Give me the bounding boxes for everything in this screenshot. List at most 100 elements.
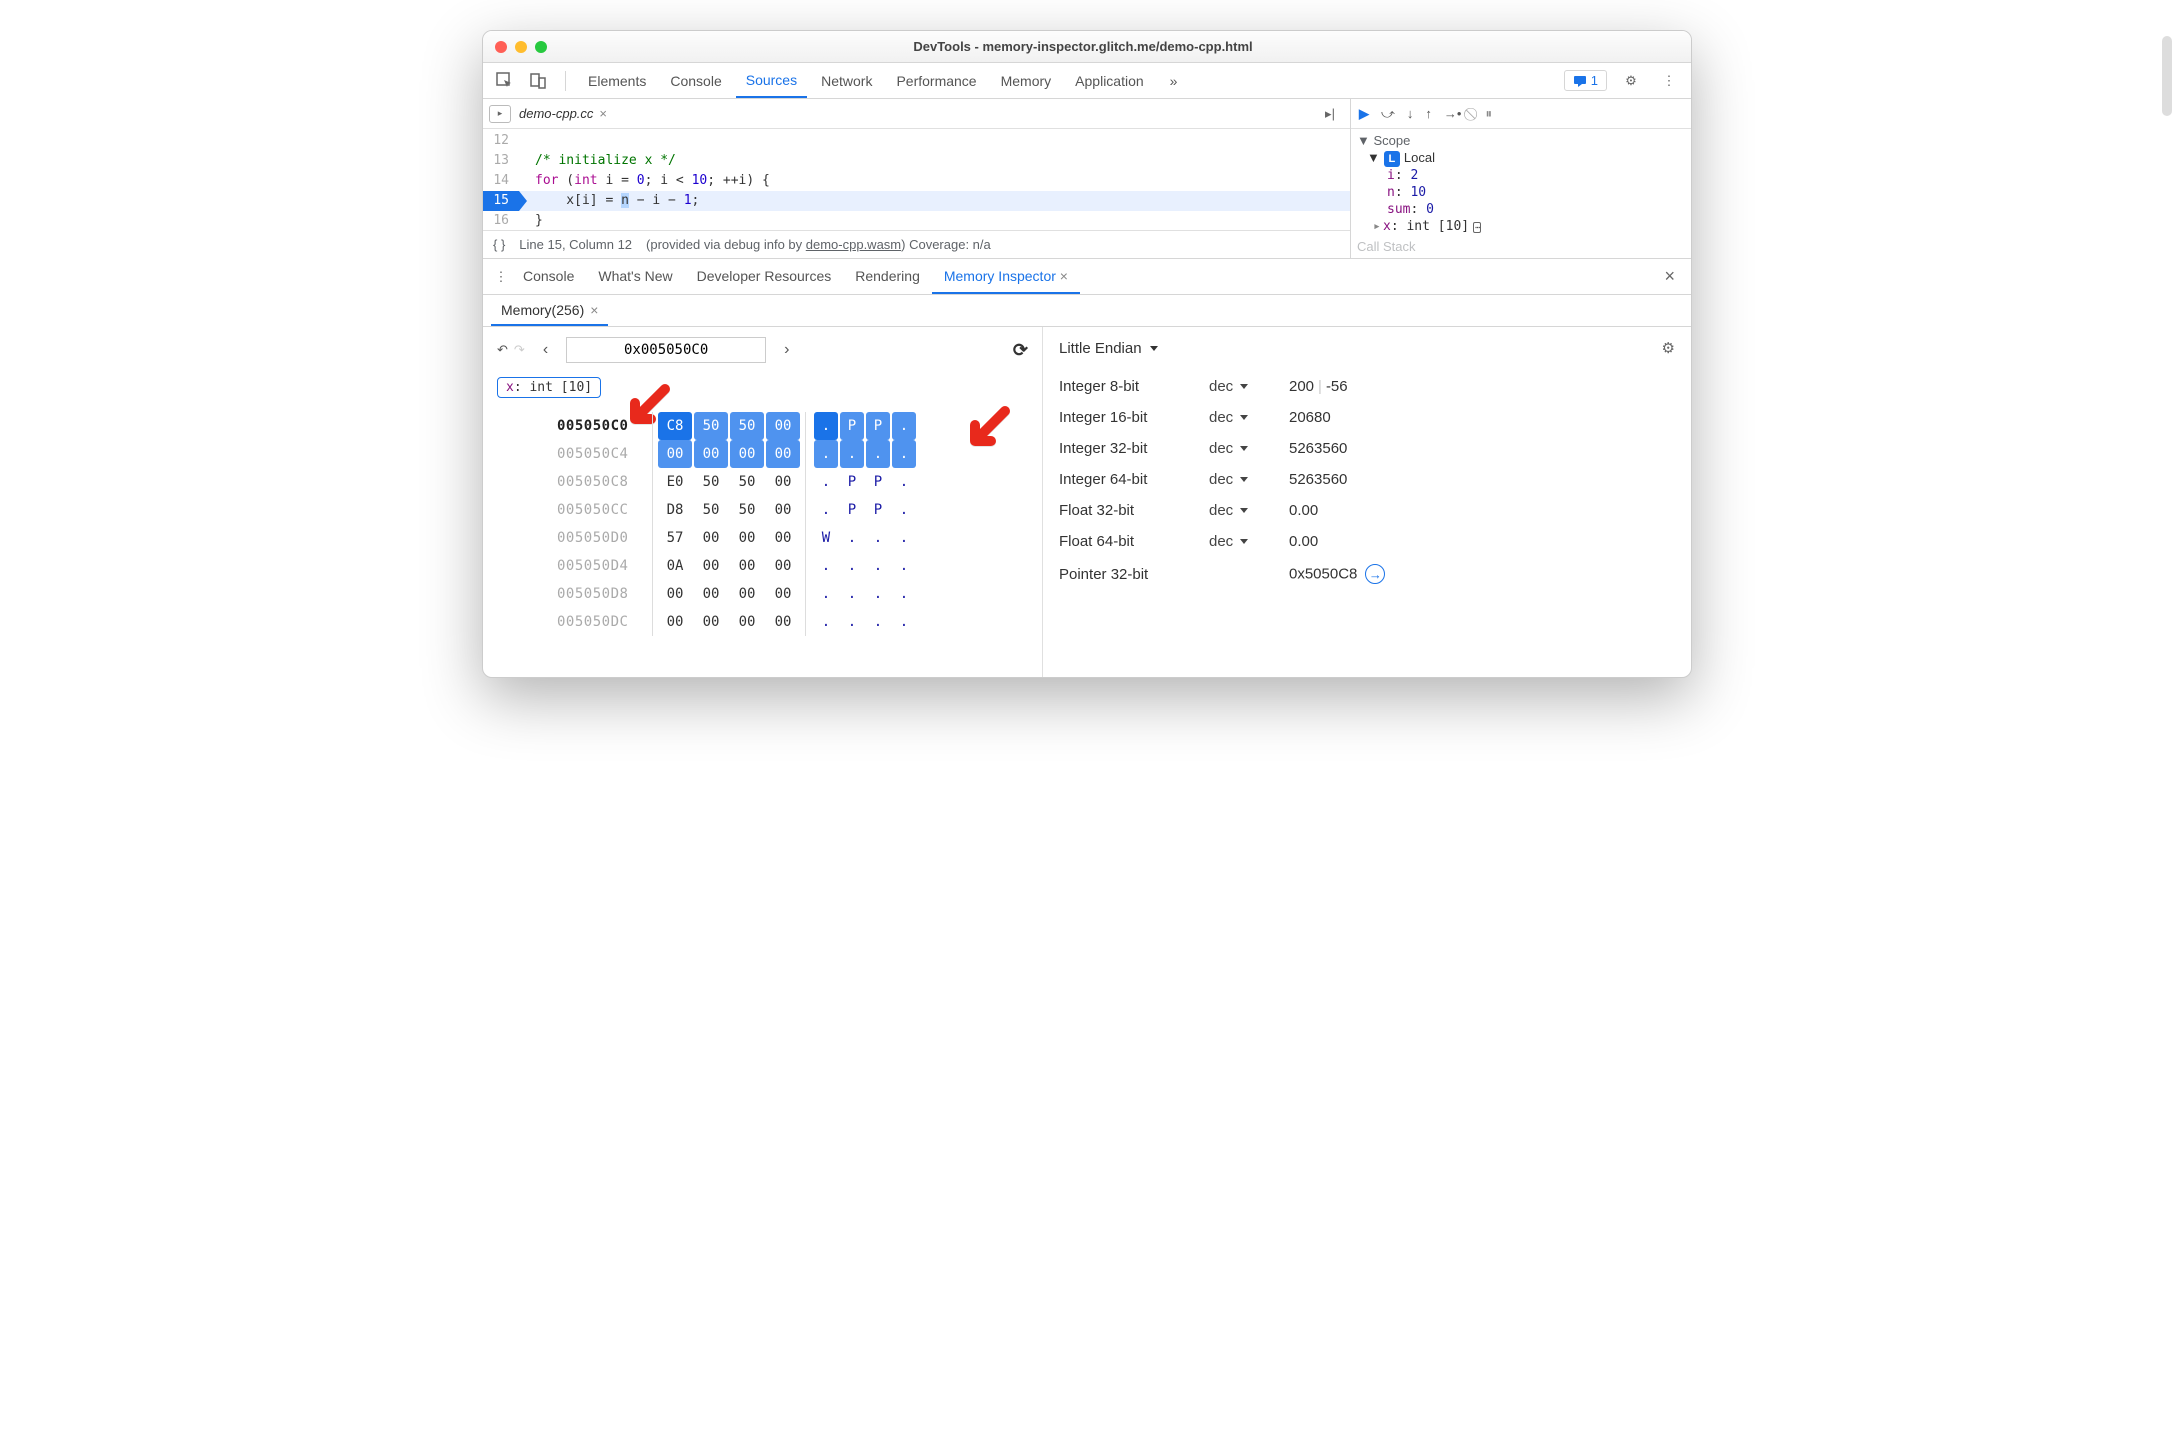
code-line[interactable] <box>519 131 1350 151</box>
ascii-char[interactable]: . <box>866 608 890 636</box>
ascii-char[interactable]: . <box>840 580 864 608</box>
code-line[interactable]: /* initialize x */ <box>519 151 1350 171</box>
wasm-link[interactable]: demo-cpp.wasm <box>806 237 901 252</box>
hex-byte[interactable]: 50 <box>694 496 728 524</box>
line-number[interactable]: 15 <box>483 191 519 211</box>
hex-byte[interactable]: 00 <box>730 580 764 608</box>
panel-tab-application[interactable]: Application <box>1065 65 1154 97</box>
run-snippet-icon[interactable]: ▸| <box>1316 100 1344 128</box>
ascii-char[interactable]: . <box>866 524 890 552</box>
scope-variable[interactable]: i: 2 <box>1357 167 1685 184</box>
prev-page-icon[interactable]: ‹ <box>535 341 556 359</box>
ascii-char[interactable]: . <box>892 552 916 580</box>
ascii-char[interactable]: . <box>814 608 838 636</box>
hex-byte[interactable]: E0 <box>658 468 692 496</box>
panel-tab-network[interactable]: Network <box>811 65 882 97</box>
drawer-tab-rendering[interactable]: Rendering <box>843 260 932 294</box>
hex-byte[interactable]: 00 <box>730 552 764 580</box>
ascii-char[interactable]: . <box>840 440 864 468</box>
drawer-tab-memory-inspector[interactable]: Memory Inspector × <box>932 260 1080 294</box>
ascii-char[interactable]: W <box>814 524 838 552</box>
code-line[interactable]: } <box>519 211 1350 230</box>
close-memory-tab-icon[interactable]: × <box>590 302 598 318</box>
scope-variable[interactable]: ▸x: int [10]⋯ <box>1357 218 1685 235</box>
pause-exceptions-icon[interactable]: ⏸ <box>1485 106 1492 122</box>
undo-icon[interactable]: ↶ <box>497 342 508 358</box>
hex-byte[interactable]: 00 <box>730 608 764 636</box>
hex-byte[interactable]: 00 <box>658 608 692 636</box>
ascii-char[interactable]: . <box>866 552 890 580</box>
more-tabs-button[interactable]: » <box>1160 65 1188 97</box>
ascii-char[interactable]: . <box>892 468 916 496</box>
hex-byte[interactable]: 00 <box>766 468 800 496</box>
address-input[interactable] <box>566 337 766 363</box>
step-over-icon[interactable]: ⤻ <box>1381 106 1395 122</box>
value-format-select[interactable]: dec <box>1209 533 1289 550</box>
hex-byte[interactable]: 50 <box>730 468 764 496</box>
format-icon[interactable]: { } <box>493 237 505 252</box>
hex-byte[interactable]: 50 <box>694 468 728 496</box>
ascii-char[interactable]: . <box>814 468 838 496</box>
close-drawer-tab-icon[interactable]: × <box>1056 268 1068 284</box>
value-format-select[interactable]: dec <box>1209 409 1289 426</box>
close-window-button[interactable] <box>495 41 507 53</box>
panel-tab-memory[interactable]: Memory <box>991 65 1062 97</box>
resume-icon[interactable]: ▶ <box>1359 106 1369 122</box>
hex-byte[interactable]: 50 <box>730 412 764 440</box>
step-into-icon[interactable]: ↓ <box>1407 106 1414 121</box>
hex-byte[interactable]: 50 <box>730 496 764 524</box>
code-editor[interactable]: 1213/* initialize x */14for (int i = 0; … <box>483 129 1350 230</box>
inspect-icon[interactable] <box>491 67 519 95</box>
ascii-char[interactable]: . <box>892 440 916 468</box>
ascii-char[interactable]: P <box>840 412 864 440</box>
device-icon[interactable] <box>525 67 553 95</box>
line-number[interactable]: 13 <box>483 151 519 171</box>
ascii-char[interactable]: P <box>866 412 890 440</box>
value-format-select[interactable]: dec <box>1209 502 1289 519</box>
hex-byte[interactable]: 00 <box>694 552 728 580</box>
scope-local[interactable]: ▼LLocal <box>1357 150 1685 167</box>
value-settings-icon[interactable]: ⚙ <box>1662 339 1675 357</box>
line-number[interactable]: 16 <box>483 211 519 230</box>
ascii-char[interactable]: . <box>892 496 916 524</box>
drawer-tab-what-s-new[interactable]: What's New <box>586 260 684 294</box>
ascii-char[interactable]: P <box>840 468 864 496</box>
hex-byte[interactable]: C8 <box>658 412 692 440</box>
ascii-char[interactable]: . <box>814 552 838 580</box>
maximize-window-button[interactable] <box>535 41 547 53</box>
ascii-char[interactable]: . <box>814 580 838 608</box>
hex-byte[interactable]: 00 <box>766 580 800 608</box>
hex-byte[interactable]: 00 <box>766 412 800 440</box>
navigator-icon[interactable]: ▸ <box>489 105 511 123</box>
file-tab[interactable]: demo-cpp.cc × <box>511 102 615 125</box>
close-drawer-icon[interactable]: × <box>1656 266 1683 287</box>
hex-byte[interactable]: 0A <box>658 552 692 580</box>
next-page-icon[interactable]: › <box>776 341 797 359</box>
code-line[interactable]: for (int i = 0; i < 10; ++i) { <box>519 171 1350 191</box>
object-chip[interactable]: x: int [10] <box>497 377 601 398</box>
ascii-char[interactable]: . <box>814 412 838 440</box>
hex-byte[interactable]: 00 <box>730 524 764 552</box>
step-out-icon[interactable]: ↑ <box>1425 106 1432 121</box>
value-format-select[interactable]: dec <box>1209 440 1289 457</box>
scope-header[interactable]: ▼ Scope <box>1357 131 1685 150</box>
drawer-tab-developer-resources[interactable]: Developer Resources <box>685 260 844 294</box>
drawer-more-icon[interactable]: ⋮ <box>491 269 511 285</box>
callstack-header[interactable]: Call Stack <box>1357 237 1685 256</box>
scope-variable[interactable]: n: 10 <box>1357 184 1685 201</box>
panel-tab-performance[interactable]: Performance <box>886 65 986 97</box>
panel-tab-console[interactable]: Console <box>660 65 731 97</box>
ascii-char[interactable]: . <box>892 524 916 552</box>
ascii-char[interactable]: . <box>892 580 916 608</box>
hex-byte[interactable]: 00 <box>694 580 728 608</box>
drawer-tab-console[interactable]: Console <box>511 260 586 294</box>
hex-byte[interactable]: 00 <box>766 608 800 636</box>
jump-to-pointer-icon[interactable]: → <box>1365 564 1385 584</box>
hex-byte[interactable]: D8 <box>658 496 692 524</box>
step-icon[interactable]: →• <box>1444 106 1462 121</box>
ascii-char[interactable]: . <box>892 608 916 636</box>
ascii-char[interactable]: . <box>840 524 864 552</box>
value-format-select[interactable]: dec <box>1209 471 1289 488</box>
line-number[interactable]: 12 <box>483 131 519 151</box>
reveal-in-memory-icon[interactable]: ⋯ <box>1473 222 1481 233</box>
